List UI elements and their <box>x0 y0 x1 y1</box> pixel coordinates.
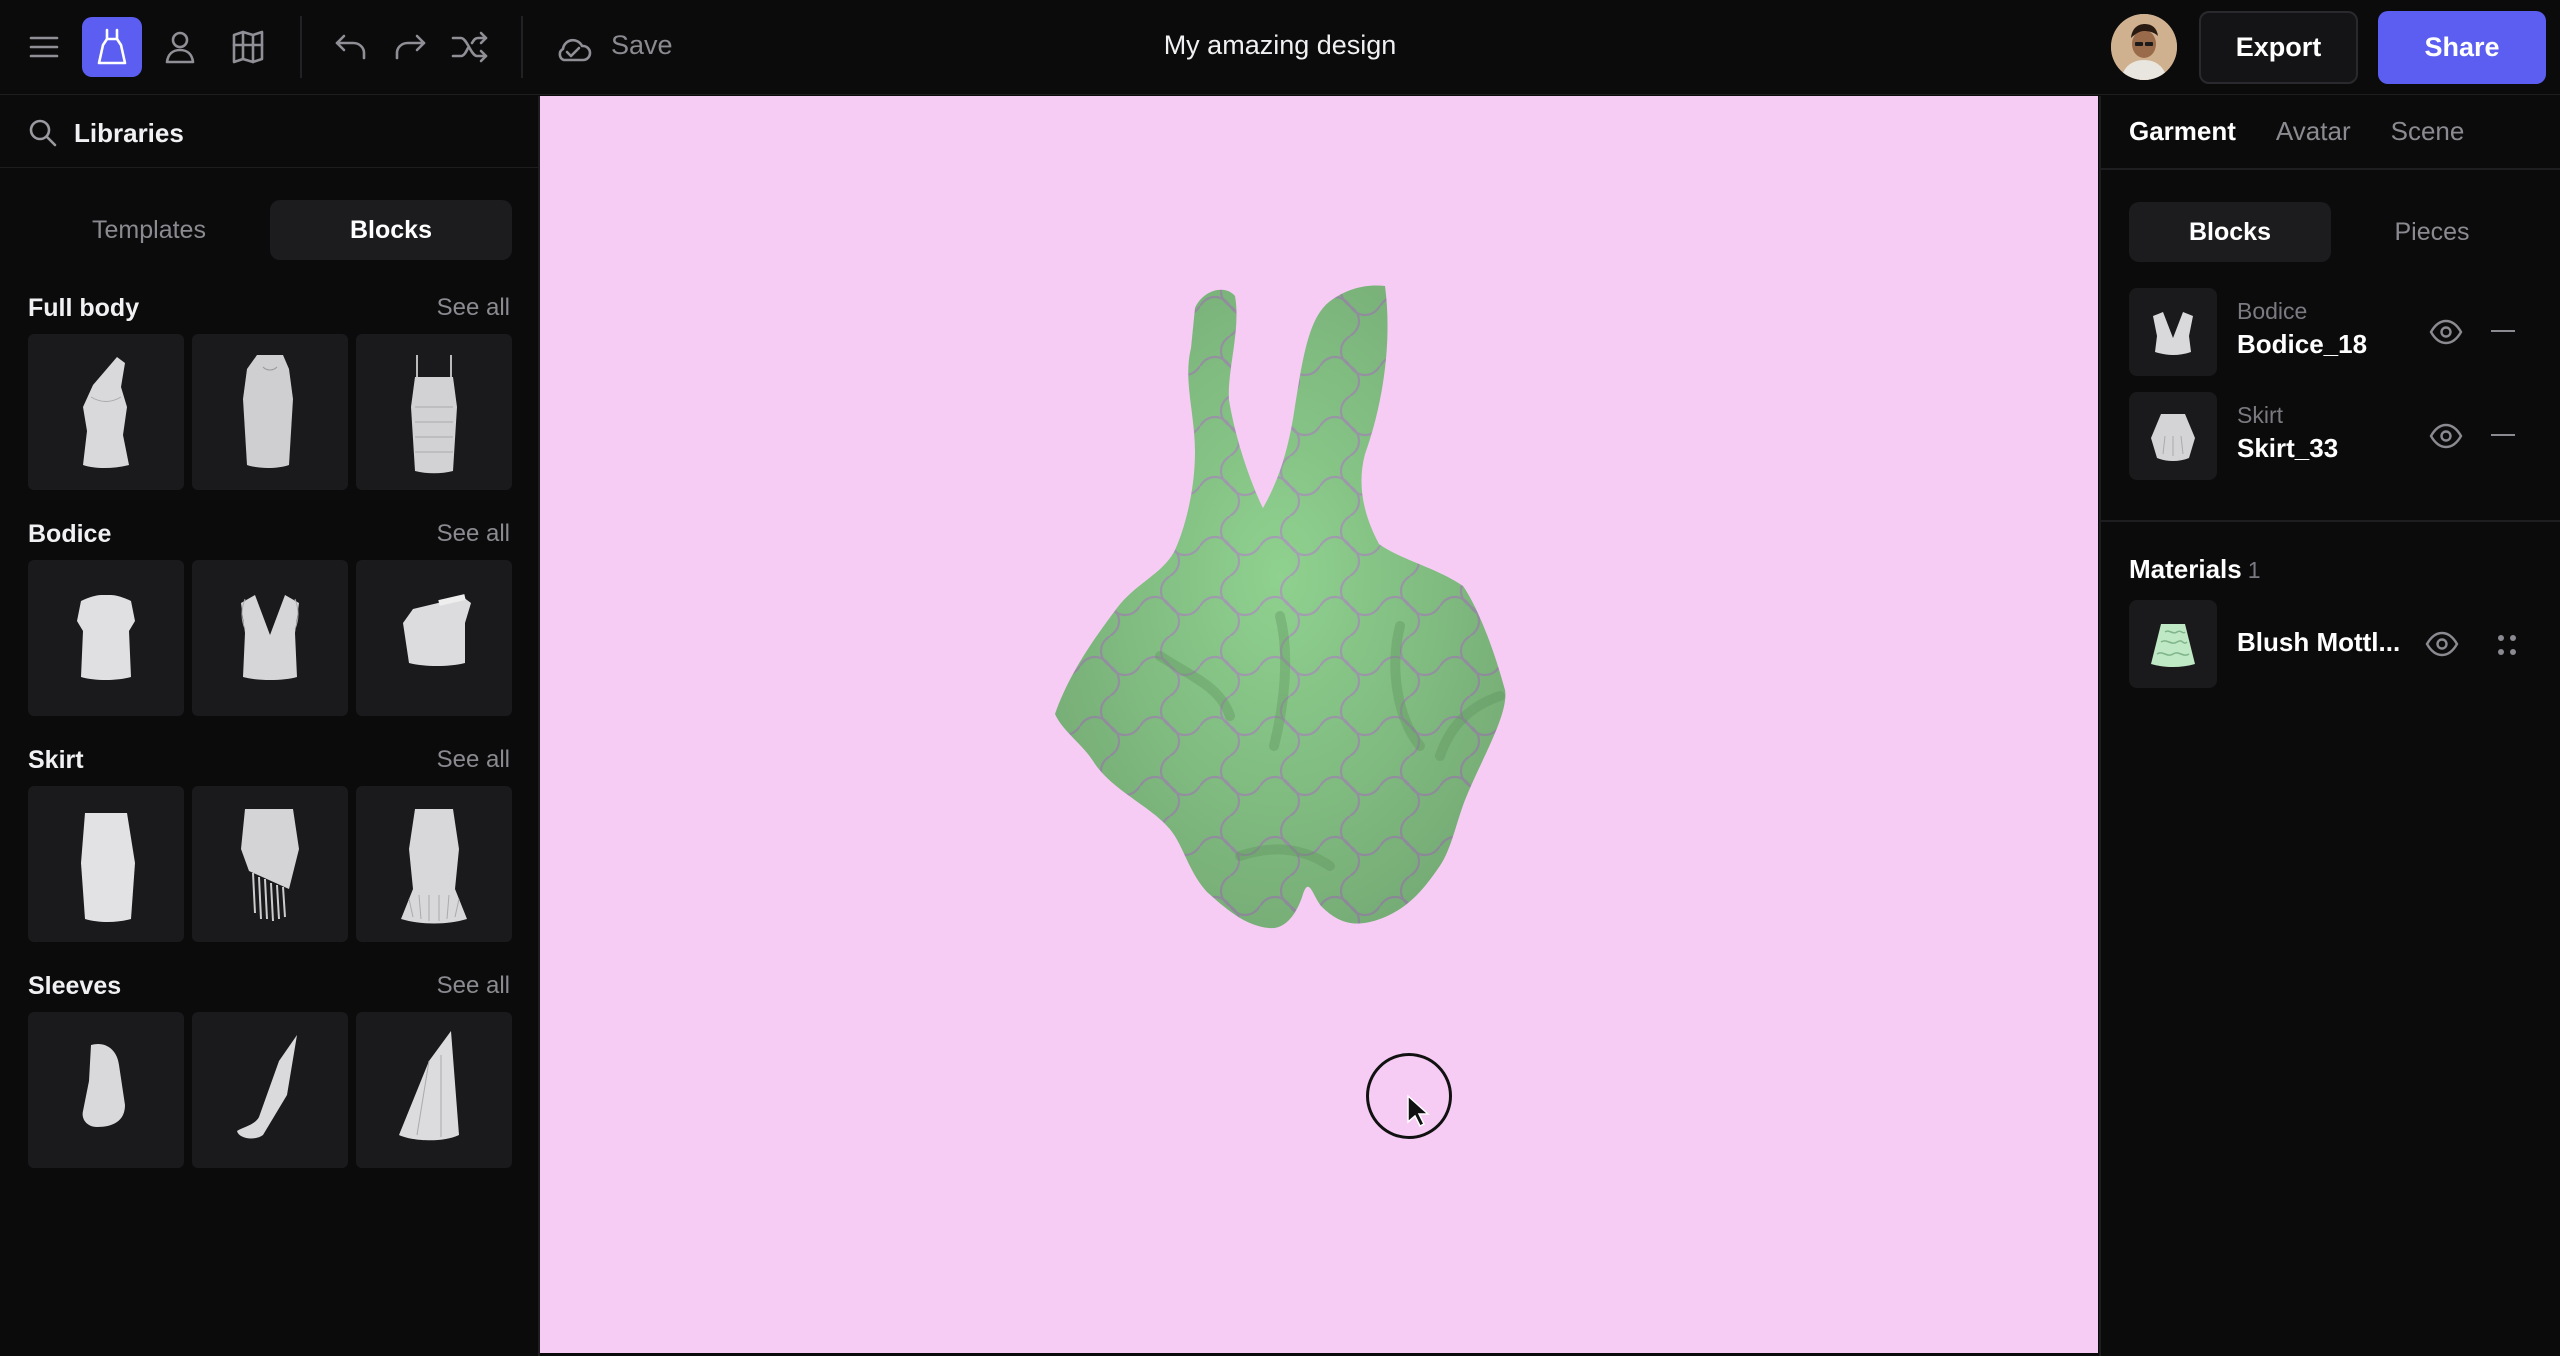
block-thumbnail[interactable] <box>28 560 184 716</box>
block-thumbnail[interactable] <box>356 786 512 942</box>
library-sidebar: Libraries Templates Blocks Full body See… <box>0 96 540 1356</box>
shuffle-button[interactable] <box>440 17 500 77</box>
shuffle-icon <box>451 31 488 63</box>
remove-block-button[interactable] <box>2491 330 2515 332</box>
block-category: Skirt <box>2237 402 2283 428</box>
toolbar-divider <box>521 16 523 78</box>
library-tabs: Templates Blocks <box>28 200 512 260</box>
menu-icon[interactable] <box>14 17 74 77</box>
garment-render[interactable] <box>540 96 2098 1353</box>
block-thumbnail[interactable] <box>28 334 184 490</box>
skirt-thumbnail <box>2129 392 2217 480</box>
eye-icon[interactable] <box>2425 630 2459 658</box>
skirt-thumbnails <box>28 786 512 942</box>
materials-count: 1 <box>2247 557 2261 583</box>
eye-icon[interactable] <box>2429 318 2463 346</box>
block-thumbnail[interactable] <box>356 334 512 490</box>
block-thumbnail[interactable] <box>192 1012 348 1168</box>
tab-avatar[interactable]: Avatar <box>2276 116 2351 147</box>
see-all-full-body-link[interactable]: See all <box>437 294 510 322</box>
panel-tabs: Garment Avatar Scene <box>2129 116 2464 147</box>
block-row-skirt[interactable]: Skirt Skirt_33 <box>2129 392 2533 480</box>
undo-button[interactable] <box>321 17 381 77</box>
avatar-mode-button[interactable] <box>150 17 210 77</box>
material-row[interactable]: Blush Mottl... <box>2129 600 2533 688</box>
pattern-mode-button[interactable] <box>218 17 278 77</box>
tab-blocks[interactable]: Blocks <box>270 200 512 260</box>
libraries-search[interactable]: Libraries <box>0 96 538 168</box>
pointer-icon <box>1407 1094 1430 1128</box>
block-thumbnail[interactable] <box>28 1012 184 1168</box>
tab-templates[interactable]: Templates <box>28 200 270 260</box>
export-button[interactable]: Export <box>2199 11 2358 84</box>
section-title-full-body: Full body <box>28 294 140 322</box>
save-button[interactable]: Save <box>611 30 673 61</box>
block-category: Bodice <box>2237 298 2308 324</box>
segment-pieces[interactable]: Pieces <box>2331 202 2533 262</box>
search-icon <box>28 118 58 148</box>
materials-label: Materials <box>2129 554 2242 584</box>
tab-scene[interactable]: Scene <box>2391 116 2465 147</box>
eye-icon[interactable] <box>2429 422 2463 450</box>
redo-button[interactable] <box>380 17 440 77</box>
garment-mode-button[interactable] <box>82 17 142 77</box>
libraries-label: Libraries <box>74 118 184 148</box>
sleeves-thumbnails <box>28 1012 512 1168</box>
block-thumbnail[interactable] <box>356 1012 512 1168</box>
full-body-thumbnails <box>28 334 512 490</box>
materials-title: Materials 1 <box>2129 554 2261 585</box>
see-all-sleeves-link[interactable]: See all <box>437 972 510 1000</box>
drag-handle-icon[interactable] <box>2495 632 2519 658</box>
share-button[interactable]: Share <box>2378 11 2546 84</box>
block-name: Skirt_33 <box>2237 433 2339 463</box>
see-all-bodice-link[interactable]: See all <box>437 520 510 548</box>
undo-icon <box>335 34 366 60</box>
block-row-bodice[interactable]: Bodice Bodice_18 <box>2129 288 2533 376</box>
divider <box>2101 168 2560 170</box>
bodice-thumbnails <box>28 560 512 716</box>
redo-icon <box>395 34 426 60</box>
top-bar: Save My amazing design Export Share <box>0 0 2560 95</box>
block-thumbnail[interactable] <box>356 560 512 716</box>
bodice-thumbnail <box>2129 288 2217 376</box>
remove-block-button[interactable] <box>2491 434 2515 436</box>
block-name: Bodice_18 <box>2237 329 2368 359</box>
user-avatar[interactable] <box>2111 14 2177 80</box>
cloud-icon[interactable] <box>553 29 593 69</box>
section-title-bodice: Bodice <box>28 520 112 548</box>
block-thumbnail[interactable] <box>192 786 348 942</box>
section-title-sleeves: Sleeves <box>28 972 122 1000</box>
tab-garment[interactable]: Garment <box>2129 116 2236 147</box>
segment-blocks[interactable]: Blocks <box>2129 202 2331 262</box>
properties-panel: Garment Avatar Scene Blocks Pieces Bodic… <box>2099 96 2560 1356</box>
toolbar-divider <box>300 16 302 78</box>
block-thumbnail[interactable] <box>192 560 348 716</box>
material-name: Blush Mottl... <box>2237 627 2401 657</box>
block-thumbnail[interactable] <box>28 786 184 942</box>
section-title-skirt: Skirt <box>28 746 84 774</box>
block-thumbnail[interactable] <box>192 334 348 490</box>
garment-segments: Blocks Pieces <box>2129 202 2533 262</box>
pattern-icon <box>232 30 264 64</box>
material-thumbnail <box>2129 600 2217 688</box>
3d-viewport[interactable] <box>540 96 2098 1353</box>
divider <box>2101 520 2560 522</box>
avatar-icon <box>165 31 195 64</box>
see-all-skirt-link[interactable]: See all <box>437 746 510 774</box>
dress-icon <box>97 28 127 65</box>
